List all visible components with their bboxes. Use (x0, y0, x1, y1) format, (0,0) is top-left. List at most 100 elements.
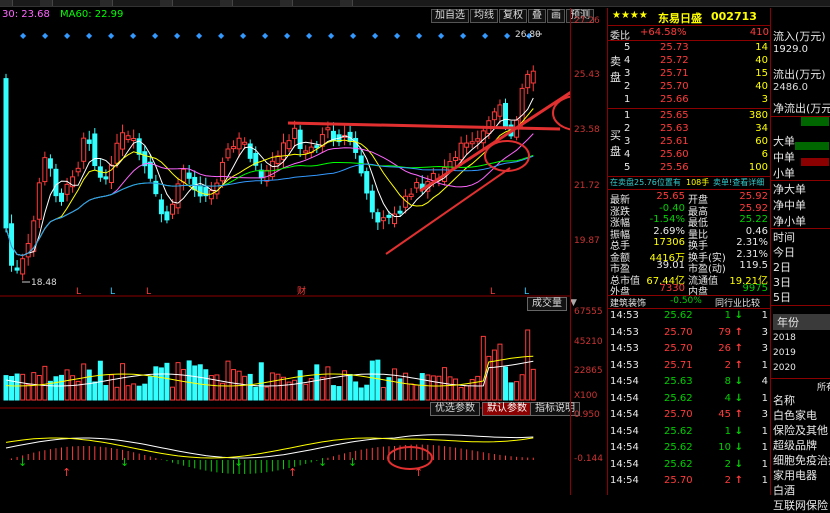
buy-sell-detail-link[interactable]: 卖单!查看详细 (713, 177, 764, 188)
day-5[interactable]: 5日 (773, 289, 791, 305)
concept-item[interactable]: 超级品牌 (773, 437, 817, 453)
concept-item[interactable]: 细胞免疫治疗 (773, 452, 830, 468)
optimal-params-button[interactable]: 优选参数 (430, 402, 480, 416)
price-tick: 27.26 (574, 16, 600, 26)
buy-order-row[interactable]: 1 25.65 380 (608, 110, 771, 123)
buy-order-row[interactable]: 4 25.60 6 (608, 149, 771, 162)
adjust-button[interactable]: 复权 (499, 9, 527, 23)
volume-bar (447, 376, 453, 401)
year-item[interactable]: 2019 (773, 348, 796, 358)
tick-row[interactable]: 14:53 25.71 2 ↑ 1 (608, 360, 771, 373)
candle (208, 190, 214, 200)
stat-value: 17306 (653, 237, 685, 248)
volume-bar (181, 368, 187, 401)
sell-order-row[interactable]: 2 25.70 40 (608, 81, 771, 94)
tick-row[interactable]: 14:53 25.70 79 ↑ 3 (608, 327, 771, 340)
draw-button[interactable]: 画 (547, 9, 565, 23)
top-tab[interactable] (220, 0, 233, 6)
overlay-button[interactable]: 叠 (528, 9, 546, 23)
macd-tick: 0.950 (574, 410, 600, 420)
concept-item[interactable]: 白色家电 (773, 407, 817, 423)
day-today[interactable]: 今日 (773, 244, 795, 260)
inflow-value: 1929.0 (773, 44, 808, 55)
volume-bar (108, 374, 114, 401)
diamond-marker-icon: ◆ (306, 31, 313, 40)
tick-volume: 45 (718, 409, 731, 420)
tick-row[interactable]: 14:53 25.62 1 ↓ 1 (608, 310, 771, 323)
ma-button[interactable]: 均线 (470, 9, 498, 23)
default-params-button[interactable]: 默认参数 (482, 402, 532, 416)
diamond-marker-icon: ◆ (262, 31, 269, 40)
volume-tick: X100 (574, 391, 598, 401)
buy-order-row[interactable]: 2 25.63 34 (608, 123, 771, 136)
tick-row[interactable]: 14:54 25.63 8 ↓ 4 (608, 376, 771, 389)
day-2[interactable]: 2日 (773, 259, 791, 275)
tick-row[interactable]: 14:54 25.70 2 ↑ 1 (608, 475, 771, 488)
top-tab[interactable] (280, 0, 293, 6)
tick-price: 25.62 (664, 458, 693, 470)
volume-bar (414, 384, 420, 401)
price-tick: 19.87 (574, 236, 600, 246)
stat-value: 9975 (742, 283, 768, 294)
candle (197, 185, 203, 197)
candle (375, 212, 381, 223)
volume-bar (419, 373, 425, 401)
concept-header[interactable]: 所有 (817, 380, 830, 393)
candle (175, 183, 181, 209)
candle (386, 214, 392, 218)
tick-row[interactable]: 14:54 25.62 1 ↓ 1 (608, 426, 771, 439)
stat-value: 2.69% (653, 225, 685, 237)
top-tab[interactable] (340, 0, 353, 6)
volume-bar (430, 375, 436, 401)
tick-price: 25.70 (664, 475, 693, 486)
candle (103, 176, 109, 180)
sell-order-row[interactable]: 1 25.66 3 (608, 94, 771, 107)
day-3[interactable]: 3日 (773, 274, 791, 290)
tick-row[interactable]: 14:54 25.70 45 ↑ 3 (608, 409, 771, 422)
candle (325, 127, 331, 131)
tick-time: 14:54 (610, 376, 639, 387)
candle (364, 171, 370, 194)
volume-bar (75, 380, 81, 401)
candle (86, 139, 92, 144)
concept-item[interactable]: 保险及其他 (773, 422, 828, 438)
volume-bar (408, 383, 414, 401)
sell-order-row[interactable]: 3 25.71 15 (608, 68, 771, 81)
concept-item[interactable]: 互联网保险 (773, 497, 828, 513)
net-large-label: 净大单 (773, 183, 806, 196)
year-item[interactable]: 2020 (773, 363, 796, 373)
tick-volume: 2 (724, 475, 731, 486)
top-tab[interactable] (40, 0, 53, 6)
volume-bar (103, 384, 109, 401)
tick-row[interactable]: 14:54 25.62 4 ↓ 1 (608, 393, 771, 406)
order-price: 25.63 (660, 123, 689, 134)
top-tab[interactable] (0, 0, 13, 6)
add-watchlist-button[interactable]: 加自选 (431, 9, 469, 23)
tick-row[interactable]: 14:54 25.62 2 ↓ 1 (608, 459, 771, 472)
sell-signal-icon: ↓ (120, 456, 129, 469)
order-volume: 3 (761, 94, 768, 105)
volume-indicator-button[interactable]: 成交量 (527, 297, 567, 311)
buy-order-row[interactable]: 5 25.56 100 (608, 162, 771, 175)
sell-order-row[interactable]: 4 25.72 40 (608, 55, 771, 68)
buy-order-row[interactable]: 3 25.61 60 (608, 136, 771, 149)
tick-count: 1 (761, 359, 768, 371)
top-tab[interactable] (100, 0, 113, 6)
top-tab[interactable] (160, 0, 173, 6)
candle (92, 133, 98, 167)
sell-order-row[interactable]: 5 25.73 14 (608, 42, 771, 55)
tick-row[interactable]: 14:54 25.62 10 ↓ 1 (608, 442, 771, 455)
concept-item[interactable]: 白酒 (773, 482, 795, 498)
kline-chart[interactable]: ◆ ◆ ◆ ◆ ◆ ◆ ◆ ◆ ◆ ◆ ◆ ◆ ◆ ◆ ◆ ◆ ◆ ◆ ◆ ◆ ◆ ◆ ◆ ◆ ↓↑↓ ↓↑↓ ↓↑ 18.48 … (0, 8, 570, 495)
year-item[interactable]: 2018 (773, 333, 796, 343)
trendline-annotation (385, 167, 511, 255)
buy-signal-icon: ↑ (288, 466, 297, 479)
volume-bar (97, 360, 103, 401)
rating-stars-icon: ★★★★ (612, 10, 648, 21)
volume-bar (342, 370, 348, 401)
volume-bar (247, 373, 253, 401)
tick-row[interactable]: 14:53 25.70 26 ↑ 3 (608, 343, 771, 356)
volume-bar (175, 362, 181, 401)
concept-item[interactable]: 家用电器 (773, 467, 817, 483)
volume-bar (530, 368, 536, 401)
